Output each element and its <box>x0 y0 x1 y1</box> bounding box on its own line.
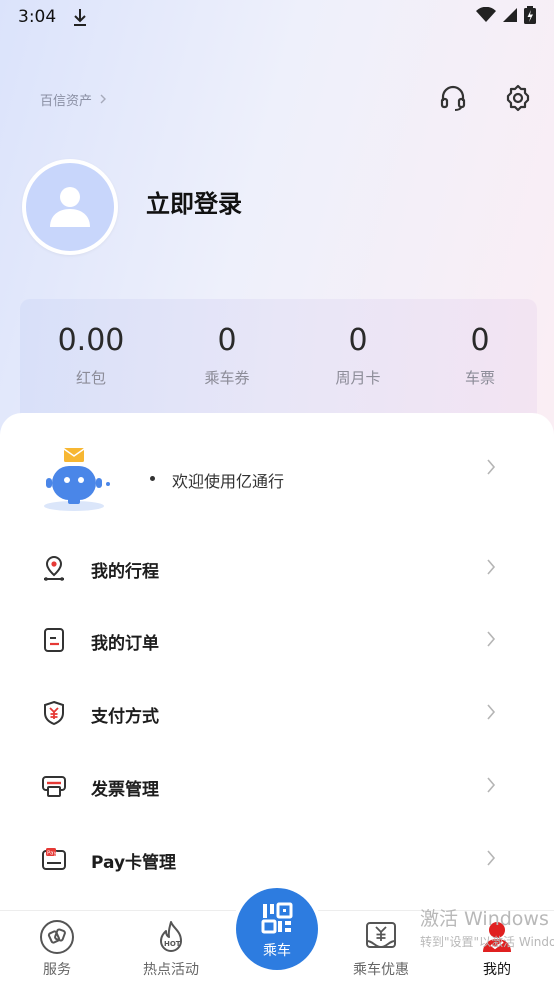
chevron-right-icon <box>486 703 496 721</box>
wallet-item-period-card[interactable]: 0 周月卡 <box>298 323 418 388</box>
tab-label: 乘车 <box>263 943 291 959</box>
yuan-shield-icon <box>40 699 68 727</box>
menu-item-invoice-management[interactable]: 发票管理 <box>0 758 554 814</box>
wallet-value: 0 <box>470 323 490 358</box>
wallet-label: 车票 <box>464 369 495 387</box>
tab-label: 乘车优惠 <box>353 962 409 978</box>
status-bar: 3:04 <box>0 0 554 34</box>
tab-mine[interactable]: 我的 <box>452 911 542 984</box>
menu-item-my-trips[interactable]: 我的行程 <box>0 540 554 596</box>
wallet-card: 0.00 红包 0 乘车券 0 周月卡 0 车票 <box>20 299 537 424</box>
user-silhouette-icon <box>46 181 94 233</box>
settings-button[interactable] <box>502 84 534 116</box>
profile-icon <box>479 919 515 955</box>
avatar[interactable] <box>22 159 118 255</box>
wallet-label: 乘车券 <box>204 369 250 387</box>
tab-hot-activities[interactable]: HOT 热点活动 <box>126 911 216 984</box>
tab-label: 我的 <box>483 962 511 978</box>
svg-text:HOT: HOT <box>164 940 181 948</box>
customer-service-button[interactable] <box>437 84 469 116</box>
tab-ride[interactable]: 乘车 <box>232 884 322 974</box>
chevron-right-icon <box>486 630 496 648</box>
login-link[interactable]: 立即登录 <box>146 184 242 219</box>
svg-text:Pay: Pay <box>47 851 57 857</box>
chevron-right-icon <box>486 558 496 576</box>
wallet-value: 0 <box>217 323 237 358</box>
pay-card-icon: Pay <box>40 845 68 873</box>
wallet-label: 红包 <box>75 369 106 387</box>
menu-label: 我的行程 <box>91 562 159 582</box>
qr-code-icon <box>261 902 293 938</box>
tab-service[interactable]: 服务 <box>12 911 102 984</box>
wallet-item-ride-coupon[interactable]: 0 乘车券 <box>167 323 287 388</box>
service-icon <box>39 919 75 955</box>
menu-item-payment-methods[interactable]: 支付方式 <box>0 685 554 741</box>
wallet-item-red-packet[interactable]: 0.00 红包 <box>31 323 151 388</box>
battery-icon <box>524 6 536 28</box>
download-icon <box>72 7 88 27</box>
notice-row[interactable]: 欢迎使用亿通行 <box>0 440 554 520</box>
tab-ride-discount[interactable]: 乘车优惠 <box>336 911 426 984</box>
chevron-right-icon <box>100 93 107 107</box>
brand-asset-label: 百信资产 <box>40 94 93 109</box>
gear-icon <box>504 84 532 116</box>
chevron-right-icon <box>486 776 496 794</box>
wifi-icon <box>476 6 496 27</box>
headset-icon <box>439 84 467 116</box>
status-time: 3:04 <box>18 7 57 27</box>
wallet-item-ticket[interactable]: 0 车票 <box>420 323 540 388</box>
notice-text: 欢迎使用亿通行 <box>172 472 285 491</box>
ride-button-circle: 乘车 <box>236 888 318 970</box>
menu-item-pay-card-management[interactable]: Pay Pay卡管理 <box>0 831 554 887</box>
printer-icon <box>40 772 68 800</box>
signal-icon <box>502 7 518 27</box>
menu-label: 我的订单 <box>91 634 159 654</box>
menu-label: 支付方式 <box>91 707 159 727</box>
wallet-value: 0.00 <box>57 323 125 358</box>
wallet-value: 0 <box>348 323 368 358</box>
hot-flame-icon: HOT <box>153 919 189 955</box>
chevron-right-icon <box>486 458 496 476</box>
chevron-right-icon <box>486 849 496 867</box>
menu-label: Pay卡管理 <box>91 853 177 873</box>
wallet-label: 周月卡 <box>335 369 381 387</box>
bullet-dot <box>150 476 155 481</box>
menu-label: 发票管理 <box>91 780 159 800</box>
order-document-icon <box>40 626 68 654</box>
brand-asset-link[interactable]: 百信资产 <box>40 90 107 109</box>
tab-label: 服务 <box>43 962 71 978</box>
discount-ticket-icon <box>363 919 399 955</box>
robot-mascot-icon <box>40 448 112 512</box>
menu-item-my-orders[interactable]: 我的订单 <box>0 612 554 668</box>
location-pin-icon <box>40 554 68 582</box>
tab-label: 热点活动 <box>143 962 199 978</box>
